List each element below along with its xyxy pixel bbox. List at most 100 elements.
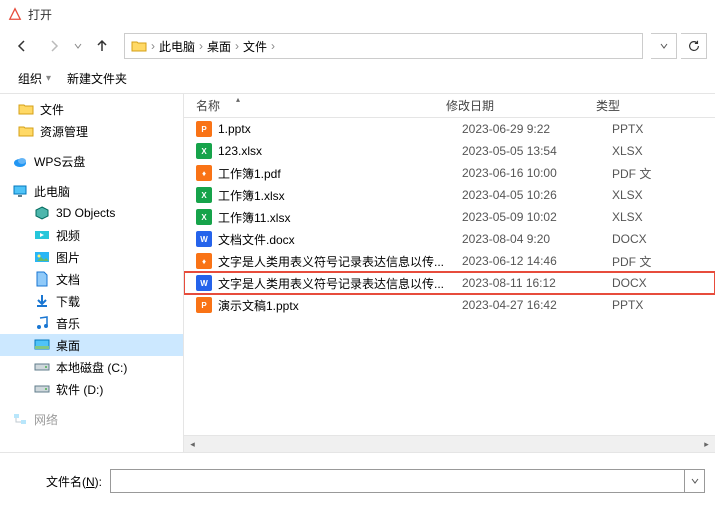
file-row[interactable]: P 演示文稿1.pptx 2023-04-27 16:42 PPTX [184, 294, 715, 316]
file-row[interactable]: ♦ 文字是人类用表义符号记录表达信息以传... 2023-06-12 14:46… [184, 250, 715, 272]
file-row[interactable]: X 工作簿1.xlsx 2023-04-05 10:26 XLSX [184, 184, 715, 206]
back-button[interactable] [8, 32, 36, 60]
up-button[interactable] [88, 32, 116, 60]
sidebar-item-11[interactable]: 音乐 [0, 312, 183, 334]
sidebar-item-7[interactable]: 视频 [0, 224, 183, 246]
sidebar-item-5[interactable]: 此电脑 [0, 180, 183, 202]
folder-icon [18, 123, 34, 139]
doc-file-icon: W [196, 231, 212, 247]
video-icon [34, 227, 50, 243]
ppt-file-icon: P [196, 121, 212, 137]
sidebar-item-label: 资源管理 [40, 123, 88, 140]
file-type: PDF 文 [612, 165, 651, 182]
network-icon [12, 411, 28, 427]
history-dropdown[interactable] [72, 39, 84, 53]
file-type: XLSX [612, 144, 643, 158]
sidebar-item-6[interactable]: 3D Objects [0, 202, 183, 224]
column-type[interactable]: 类型 [596, 97, 715, 114]
desktop-icon [34, 337, 50, 353]
scroll-left-button[interactable]: ◂ [184, 436, 201, 453]
sidebar-item-label: 音乐 [56, 315, 80, 332]
new-folder-button[interactable]: 新建文件夹 [59, 66, 135, 91]
nav-bar: › 此电脑 › 桌面 › 文件 › [0, 28, 715, 64]
sidebar-item-10[interactable]: 下载 [0, 290, 183, 312]
xls-file-icon: X [196, 209, 212, 225]
file-date: 2023-06-29 9:22 [462, 122, 612, 136]
sidebar-item-label: WPS云盘 [34, 153, 85, 170]
title-bar: 打开 [0, 0, 715, 28]
pdf-file-icon: ♦ [196, 165, 212, 181]
file-row[interactable]: ♦ 工作簿1.pdf 2023-06-16 10:00 PDF 文 [184, 162, 715, 184]
file-name: 工作簿1.xlsx [218, 187, 462, 204]
file-name: 文档文件.docx [218, 231, 462, 248]
column-date[interactable]: 修改日期 [446, 97, 596, 114]
chevron-right-icon: › [235, 39, 239, 53]
sidebar-item-label: 网络 [34, 411, 58, 428]
file-row[interactable]: W 文字是人类用表义符号记录表达信息以传... 2023-08-11 16:12… [184, 272, 715, 294]
sidebar-item-0[interactable]: 文件 [0, 98, 183, 120]
breadcrumb-thispc[interactable]: 此电脑 [159, 38, 195, 55]
folder-icon [131, 38, 147, 54]
window-title: 打开 [28, 6, 52, 23]
xls-file-icon: X [196, 143, 212, 159]
3d-icon [34, 205, 50, 221]
sidebar-item-label: 下载 [56, 293, 80, 310]
column-headers: 名称 ▴ 修改日期 类型 [184, 94, 715, 118]
sidebar-item-13[interactable]: 本地磁盘 (C:) [0, 356, 183, 378]
address-dropdown[interactable] [651, 33, 677, 59]
sidebar-item-14[interactable]: 软件 (D:) [0, 378, 183, 400]
file-name: 工作簿11.xlsx [218, 209, 462, 226]
content-pane: 名称 ▴ 修改日期 类型 P 1.pptx 2023-06-29 9:22 PP… [184, 94, 715, 452]
file-type: XLSX [612, 188, 643, 202]
file-type: DOCX [612, 232, 647, 246]
scroll-right-button[interactable]: ▸ [698, 436, 715, 453]
sidebar-item-label: 桌面 [56, 337, 80, 354]
sidebar-item-8[interactable]: 图片 [0, 246, 183, 268]
sort-arrow-icon: ▴ [236, 95, 240, 104]
xls-file-icon: X [196, 187, 212, 203]
sidebar-tree[interactable]: 文件资源管理 WPS云盘此电脑 3D Objects 视频图片文档下载音乐桌面本地磁盘… [0, 94, 184, 452]
sidebar-item-16[interactable]: 网络 [0, 408, 183, 430]
file-list[interactable]: P 1.pptx 2023-06-29 9:22 PPTX X 123.xlsx… [184, 118, 715, 435]
sidebar-item-label: 此电脑 [34, 183, 70, 200]
file-date: 2023-08-04 9:20 [462, 232, 612, 246]
file-row[interactable]: W 文档文件.docx 2023-08-04 9:20 DOCX [184, 228, 715, 250]
column-name[interactable]: 名称 ▴ [196, 97, 446, 114]
sidebar-item-9[interactable]: 文档 [0, 268, 183, 290]
folder-icon [18, 101, 34, 117]
toolbar: 组织 ▾ 新建文件夹 [0, 64, 715, 94]
forward-button[interactable] [40, 32, 68, 60]
file-date: 2023-06-12 14:46 [462, 254, 612, 268]
file-row[interactable]: X 工作簿11.xlsx 2023-05-09 10:02 XLSX [184, 206, 715, 228]
horizontal-scrollbar[interactable]: ◂ ▸ [184, 435, 715, 452]
file-date: 2023-05-05 13:54 [462, 144, 612, 158]
sidebar-item-label: 文档 [56, 271, 80, 288]
refresh-button[interactable] [681, 33, 707, 59]
file-row[interactable]: P 1.pptx 2023-06-29 9:22 PPTX [184, 118, 715, 140]
sidebar-item-label: 视频 [56, 227, 80, 244]
organize-menu[interactable]: 组织 ▾ [10, 66, 59, 91]
file-name: 文字是人类用表义符号记录表达信息以传... [218, 253, 462, 270]
file-type: PPTX [612, 122, 643, 136]
sidebar-item-1[interactable]: 资源管理 [0, 120, 183, 142]
chevron-right-icon: › [199, 39, 203, 53]
file-date: 2023-04-27 16:42 [462, 298, 612, 312]
filename-dropdown[interactable] [685, 469, 705, 493]
sidebar-item-label: 软件 (D:) [56, 381, 103, 398]
document-icon [34, 271, 50, 287]
sidebar-item-label: 本地磁盘 (C:) [56, 359, 127, 376]
file-row[interactable]: X 123.xlsx 2023-05-05 13:54 XLSX [184, 140, 715, 162]
chevron-down-icon: ▾ [46, 73, 51, 84]
file-date: 2023-08-11 16:12 [462, 276, 612, 290]
filename-label: 文件名(N): [10, 473, 110, 490]
breadcrumb-folder[interactable]: 文件 [243, 38, 267, 55]
breadcrumb-desktop[interactable]: 桌面 [207, 38, 231, 55]
app-icon [8, 7, 22, 21]
bottom-panel: 文件名(N): [0, 452, 715, 503]
music-icon [34, 315, 50, 331]
filename-input[interactable] [110, 469, 685, 493]
address-bar[interactable]: › 此电脑 › 桌面 › 文件 › [124, 33, 643, 59]
sidebar-item-3[interactable]: WPS云盘 [0, 150, 183, 172]
sidebar-item-12[interactable]: 桌面 [0, 334, 183, 356]
sidebar-item-label: 图片 [56, 249, 80, 266]
